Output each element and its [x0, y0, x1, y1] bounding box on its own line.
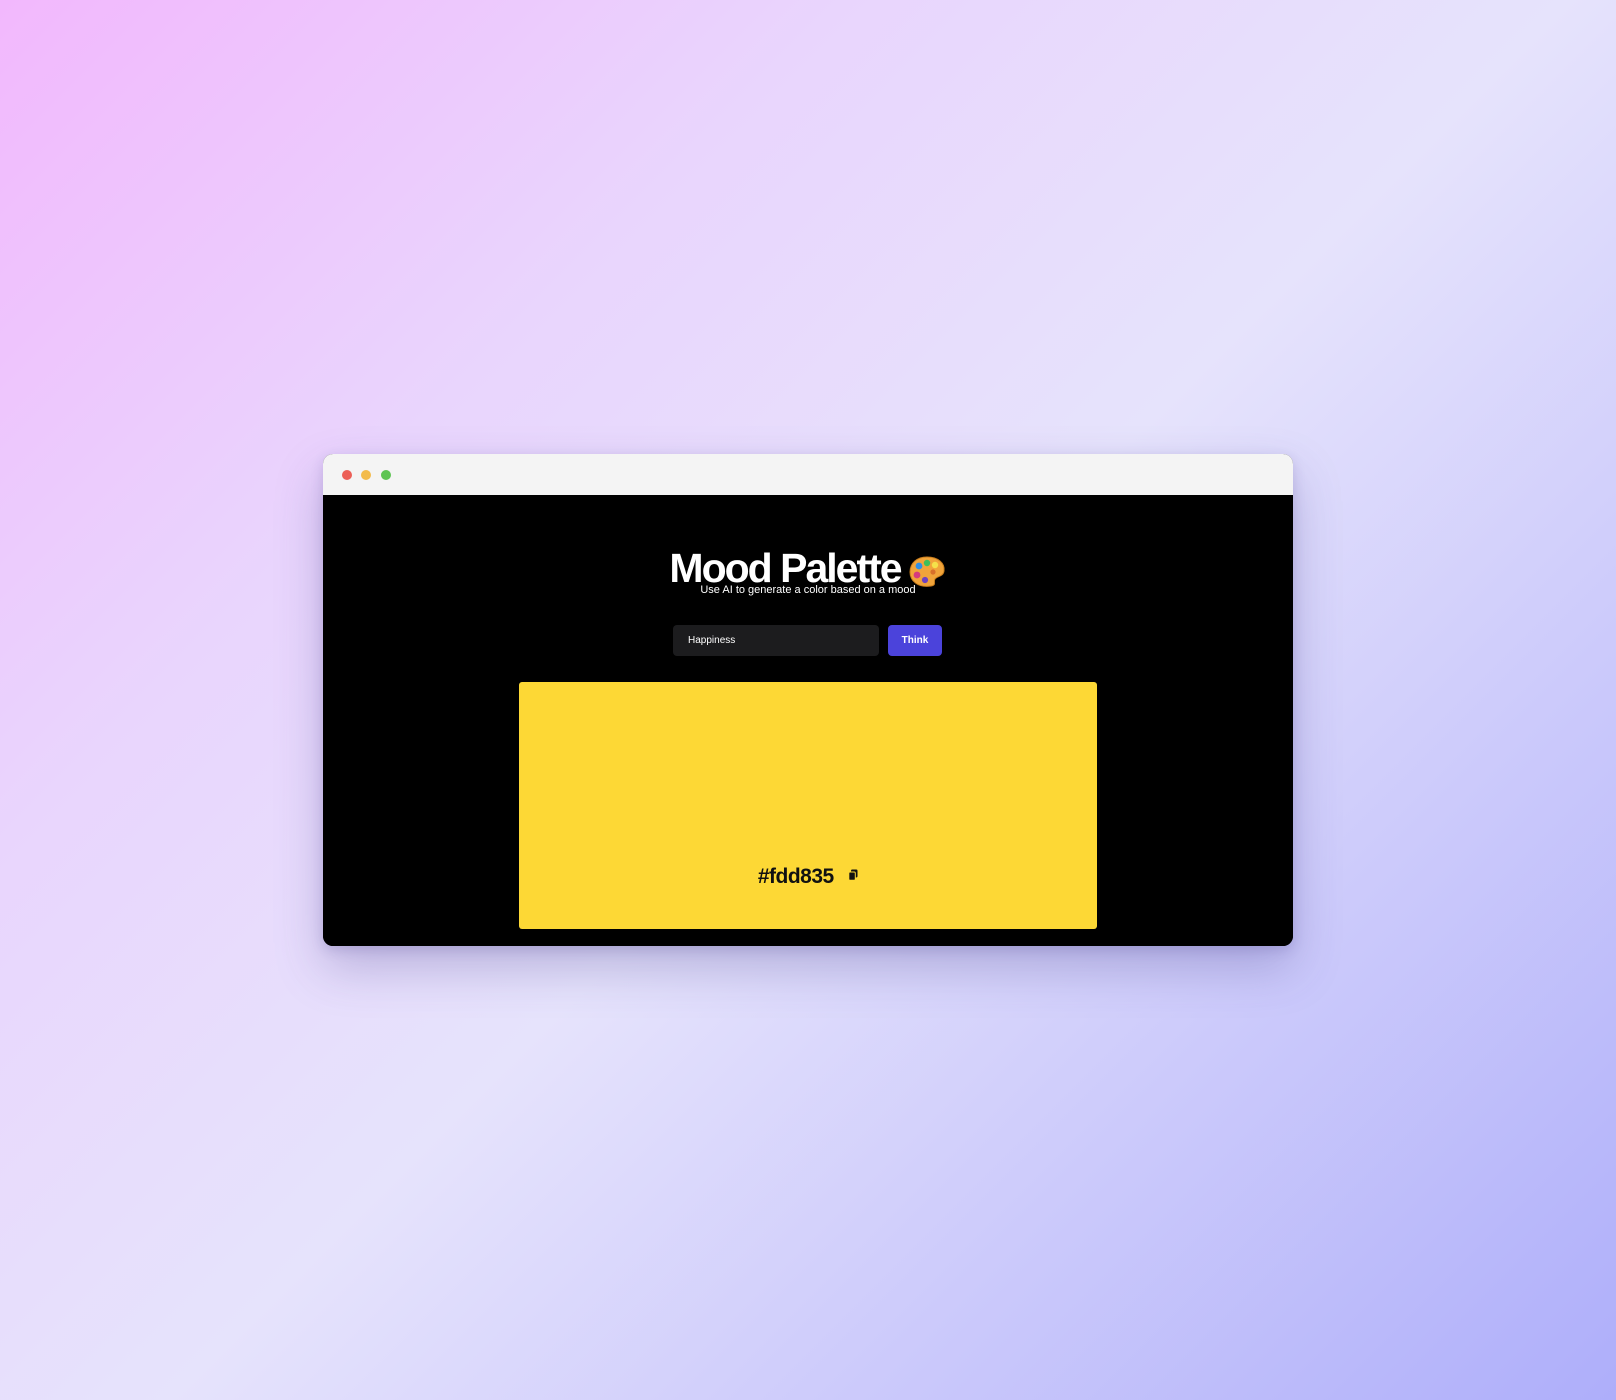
window-titlebar	[323, 454, 1293, 495]
app-content: Mood Palette Use AI to generate a color …	[323, 495, 1293, 946]
close-window-button[interactable]	[342, 470, 352, 480]
minimize-window-button[interactable]	[361, 470, 371, 480]
browser-window: Mood Palette Use AI to generate a color …	[323, 454, 1293, 946]
mood-input[interactable]	[673, 625, 879, 656]
app-subtitle: Use AI to generate a color based on a mo…	[700, 584, 916, 596]
maximize-window-button[interactable]	[381, 470, 391, 480]
hex-row: #fdd835	[519, 865, 1097, 889]
think-button[interactable]: Think	[888, 625, 942, 656]
hex-code: #fdd835	[757, 865, 834, 888]
copy-icon[interactable]	[848, 868, 858, 886]
color-swatch: #fdd835	[519, 682, 1097, 929]
